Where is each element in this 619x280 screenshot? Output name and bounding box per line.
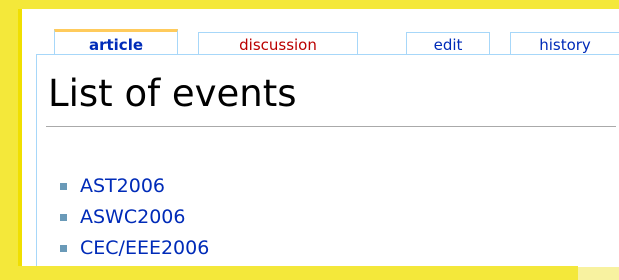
page-title: List of events [48, 72, 297, 115]
highlight-frame-left [0, 0, 18, 280]
bullet-icon [60, 183, 67, 190]
tab-edit[interactable]: edit [406, 32, 490, 56]
title-divider [46, 126, 616, 127]
tab-article[interactable]: article [54, 29, 178, 57]
tab-discussion[interactable]: discussion [198, 32, 358, 56]
tab-history[interactable]: history [510, 32, 619, 56]
bullet-icon [60, 214, 67, 221]
event-link[interactable]: CEC/EEE2006 [80, 237, 209, 259]
highlight-frame-top [0, 0, 619, 9]
highlight-frame-bottom [18, 266, 578, 280]
event-link[interactable]: AST2006 [80, 175, 165, 197]
event-link[interactable]: ASWC2006 [80, 206, 185, 228]
bullet-icon [60, 245, 67, 252]
